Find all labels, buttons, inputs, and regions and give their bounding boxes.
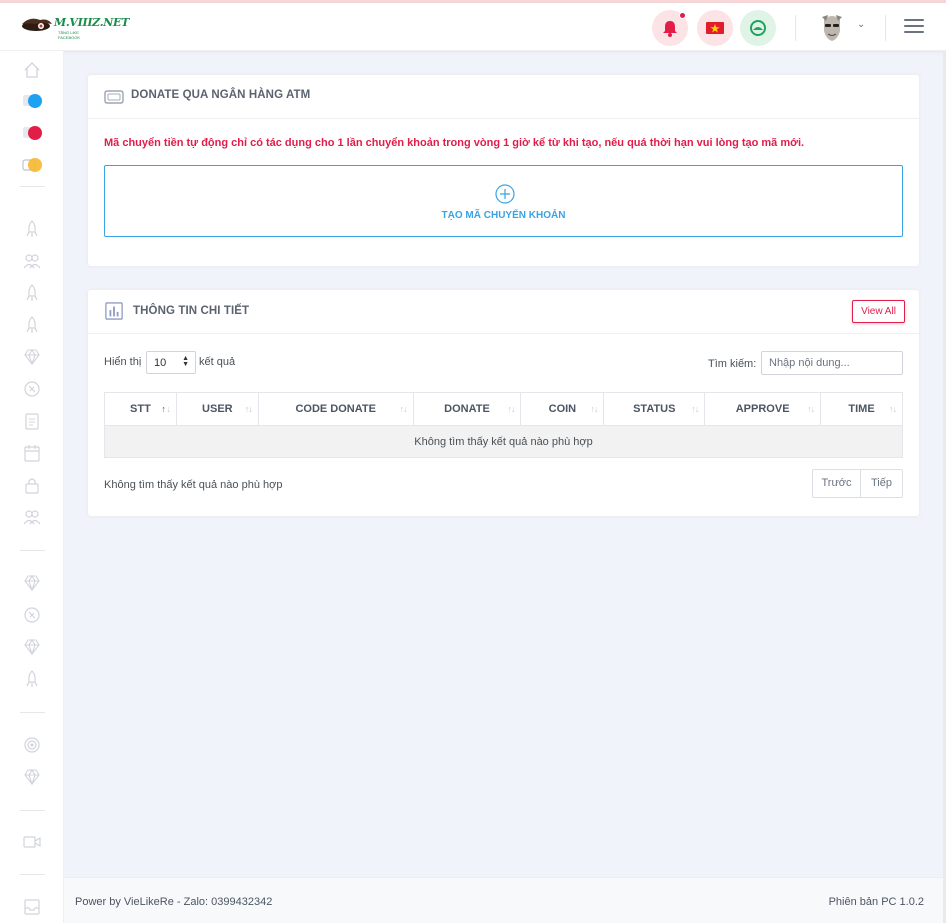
sort-icon: ↑↓ xyxy=(889,404,897,414)
donate-card: DONATE QUA NGÂN HÀNG ATM Mã chuyển tiền … xyxy=(88,75,919,266)
header-divider xyxy=(885,15,886,41)
detail-card: THÔNG TIN CHI TIẾT View All Hiển thị 10 … xyxy=(88,290,919,516)
clipboard-icon[interactable] xyxy=(22,411,42,431)
table-header-row: STT ↑ ↓ USER ↑↓ CODE DONATE ↑↓ DONATE ↑↓… xyxy=(104,392,903,426)
video-icon[interactable] xyxy=(22,832,42,852)
page-size-value: 10 xyxy=(154,357,167,369)
sort-icon: ↑ ↓ xyxy=(161,404,170,414)
search-label: Tìm kiếm: xyxy=(708,358,757,370)
column-header-status[interactable]: STATUS ↑↓ xyxy=(603,392,706,426)
rocket-icon[interactable] xyxy=(22,669,42,689)
create-transfer-code-button[interactable]: TẠO MÃ CHUYỂN KHOẢN xyxy=(104,165,903,237)
sidebar-divider xyxy=(20,874,45,875)
logo-subtext: TĂNG LIKE FACEBOOK xyxy=(58,30,81,40)
user-avatar[interactable] xyxy=(818,13,846,43)
sort-icon: ↑↓ xyxy=(507,404,515,414)
calendar-icon[interactable] xyxy=(22,443,42,463)
hamburger-menu-icon[interactable] xyxy=(904,19,924,35)
lock-icon[interactable] xyxy=(22,475,42,495)
coin-icon[interactable] xyxy=(22,155,42,175)
rocket-icon[interactable] xyxy=(22,283,42,303)
search-input[interactable] xyxy=(761,351,903,375)
detail-card-header: THÔNG TIN CHI TIẾT View All xyxy=(88,290,919,334)
site-logo[interactable]: M.VIIIZ.NET TĂNG LIKE FACEBOOK xyxy=(20,14,129,40)
previous-page-button[interactable]: Trước xyxy=(812,469,861,498)
select-arrows-icon: ▲ ▼ xyxy=(182,355,189,368)
tag-icon[interactable] xyxy=(22,379,42,399)
show-entries-label: Hiển thị xyxy=(104,356,142,368)
chart-bars-icon xyxy=(105,302,123,320)
sort-icon: ↑↓ xyxy=(807,404,815,414)
column-header-code-donate[interactable]: CODE DONATE ↑↓ xyxy=(257,392,414,426)
view-all-button[interactable]: View All xyxy=(852,300,905,323)
sidebar-divider xyxy=(20,550,45,551)
top-header: M.VIIIZ.NET TĂNG LIKE FACEBOOK ⌄ xyxy=(0,3,946,51)
avatar-icon xyxy=(822,15,842,41)
table-row: Không tìm thấy kết quả nào phù hợp xyxy=(104,425,903,458)
users-icon[interactable] xyxy=(22,251,42,271)
sort-icon: ↑↓ xyxy=(244,404,253,414)
inbox-icon[interactable] xyxy=(22,897,42,917)
notification-dot xyxy=(679,12,686,19)
column-header-donate[interactable]: DONATE ↑↓ xyxy=(412,392,522,426)
next-page-button[interactable]: Tiếp xyxy=(861,469,903,498)
pagination: Trước Tiếp xyxy=(812,469,903,498)
table-info-text: Không tìm thấy kết quả nào phù hợp xyxy=(104,479,283,491)
language-button[interactable] xyxy=(697,10,733,46)
users-icon[interactable] xyxy=(22,507,42,527)
wallet-icon xyxy=(750,20,766,36)
footer-version: Phiên bản PC 1.0.2 xyxy=(828,896,924,908)
footer-credit: Power by VieLikeRe - Zalo: 0399432342 xyxy=(75,896,273,908)
diamond-icon[interactable] xyxy=(22,637,42,657)
donate-card-header: DONATE QUA NGÂN HÀNG ATM xyxy=(88,75,919,119)
results-label: kết quả xyxy=(199,356,236,368)
vietnam-flag-icon xyxy=(706,22,724,34)
detail-card-title: THÔNG TIN CHI TIẾT xyxy=(133,305,250,317)
create-transfer-code-label: TẠO MÃ CHUYỂN KHOẢN xyxy=(441,210,566,221)
chevron-down-icon[interactable]: ⌄ xyxy=(857,19,865,30)
donate-warning-text: Mã chuyển tiền tự động chỉ có tác dụng c… xyxy=(104,137,805,149)
diamond-icon[interactable] xyxy=(22,573,42,593)
facebook-icon[interactable] xyxy=(22,91,42,111)
atm-card-icon xyxy=(104,90,124,104)
sort-icon: ↑↓ xyxy=(399,404,408,414)
home-icon[interactable] xyxy=(22,60,42,80)
wallet-button[interactable] xyxy=(740,10,776,46)
donate-history-table: STT ↑ ↓ USER ↑↓ CODE DONATE ↑↓ DONATE ↑↓… xyxy=(104,392,903,458)
sidebar-divider xyxy=(20,810,45,811)
logo-mark-icon xyxy=(22,18,52,31)
sort-icon: ↑↓ xyxy=(691,404,699,414)
empty-table-message: Không tìm thấy kết quả nào phù hợp xyxy=(104,425,903,458)
column-header-user[interactable]: USER ↑↓ xyxy=(175,392,259,426)
sidebar-divider xyxy=(20,712,45,713)
column-header-coin[interactable]: COIN ↑↓ xyxy=(520,392,605,426)
header-divider xyxy=(795,15,796,41)
sidebar-divider xyxy=(20,186,45,187)
diamond-icon[interactable] xyxy=(22,767,42,787)
target-icon[interactable] xyxy=(22,735,42,755)
column-header-stt[interactable]: STT ↑ ↓ xyxy=(104,392,177,426)
instagram-icon[interactable] xyxy=(22,123,42,143)
logo-text: M.VIIIZ.NET xyxy=(54,16,129,29)
column-header-time[interactable]: TIME ↑↓ xyxy=(820,392,903,426)
donate-card-title: DONATE QUA NGÂN HÀNG ATM xyxy=(131,89,311,101)
column-header-approve[interactable]: APPROVE ↑↓ xyxy=(704,392,822,426)
diamond-icon[interactable] xyxy=(22,347,42,367)
page-size-select[interactable]: 10 ▲ ▼ xyxy=(146,351,196,374)
rocket-icon[interactable] xyxy=(22,219,42,239)
sort-icon: ↑↓ xyxy=(590,404,598,414)
left-sidebar xyxy=(0,51,64,923)
plus-circle-icon xyxy=(495,184,515,204)
notification-button[interactable] xyxy=(652,10,688,46)
page-footer: Power by VieLikeRe - Zalo: 0399432342 Ph… xyxy=(64,877,946,923)
rocket-icon[interactable] xyxy=(22,315,42,335)
tag-icon[interactable] xyxy=(22,605,42,625)
